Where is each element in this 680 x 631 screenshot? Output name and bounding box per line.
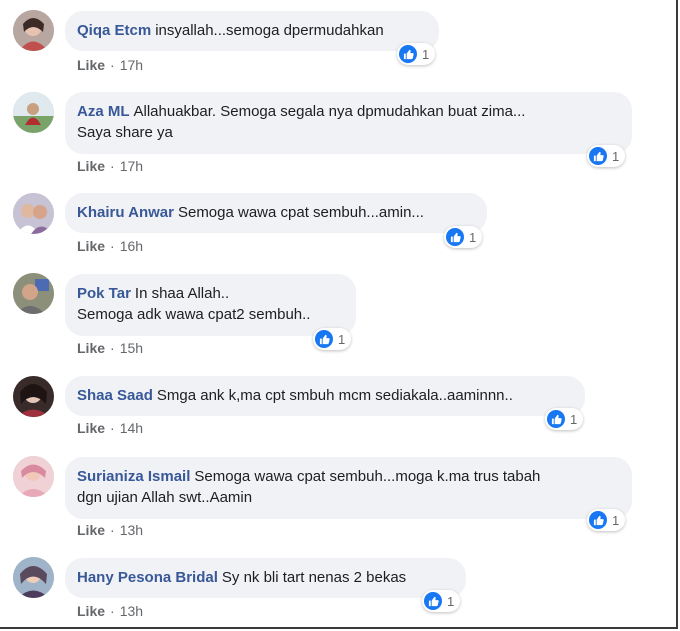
like-link[interactable]: Like xyxy=(77,603,105,619)
comment-timestamp[interactable]: 15h xyxy=(120,340,143,356)
reaction-count: 1 xyxy=(612,512,620,528)
comment-author[interactable]: Hany Pesona Bridal xyxy=(77,569,218,586)
separator-dot: · xyxy=(110,158,115,174)
comment-timestamp[interactable]: 17h xyxy=(120,57,143,73)
comment-bubble: Surianiza Ismail Semoga wawa cpat sembuh.… xyxy=(65,457,632,519)
like-link[interactable]: Like xyxy=(77,420,105,436)
comment-bubble: Aza ML Allahuakbar. Semoga segala nya dpm… xyxy=(65,92,632,154)
like-link[interactable]: Like xyxy=(77,522,105,538)
comment-text: Semoga wawa cpat sembuh...moga k.ma trus… xyxy=(194,468,541,485)
comment-text: In shaa Allah.. xyxy=(134,285,230,302)
comment-actions: Like · 13h xyxy=(77,603,143,619)
comment-text-line2: dgn ujian Allah swt..Aamin xyxy=(77,489,253,506)
like-link[interactable]: Like xyxy=(77,340,105,356)
like-reaction-icon xyxy=(446,228,464,246)
like-reaction-icon xyxy=(547,410,565,428)
reaction-count: 1 xyxy=(612,148,620,164)
comment-author[interactable]: Pok Tar xyxy=(77,285,131,302)
comment-actions: Like · 17h xyxy=(77,158,143,174)
reaction-count-badge[interactable]: 1 xyxy=(587,145,626,167)
comment-bubble: Shaa Saad Smga ank k,ma cpt smbuh mcm sed… xyxy=(65,376,585,416)
comment-text: insyallah...semoga dpermudahkan xyxy=(155,22,384,39)
comment-timestamp[interactable]: 14h xyxy=(120,420,143,436)
like-link[interactable]: Like xyxy=(77,57,105,73)
comment-timestamp[interactable]: 17h xyxy=(120,158,143,174)
comment-author[interactable]: Surianiza Ismail xyxy=(77,468,190,485)
comment-text: Allahuakbar. Semoga segala nya dpmudahka… xyxy=(133,103,526,120)
avatar[interactable] xyxy=(13,10,54,51)
comment-actions: Like · 15h xyxy=(77,340,143,356)
reaction-count-badge[interactable]: 1 xyxy=(422,590,461,612)
comment-text: Semoga wawa cpat sembuh...amin... xyxy=(177,204,424,221)
reaction-count-badge[interactable]: 1 xyxy=(545,408,584,430)
comment-timestamp[interactable]: 13h xyxy=(120,522,143,538)
comment-text-line2: Saya share ya xyxy=(77,124,173,141)
comment-bubble: Qiqa Etcm insyallah...semoga dpermudahkan xyxy=(65,11,439,51)
comment-bubble: Pok Tar In shaa Allah.. Semoga adk wawa c… xyxy=(65,274,356,336)
avatar[interactable] xyxy=(13,557,54,598)
reaction-count: 1 xyxy=(570,411,578,427)
comment-actions: Like · 13h xyxy=(77,522,143,538)
reaction-count-badge[interactable]: 1 xyxy=(313,328,352,350)
comment-author[interactable]: Qiqa Etcm xyxy=(77,22,151,39)
avatar[interactable] xyxy=(13,376,54,417)
separator-dot: · xyxy=(110,522,115,538)
reaction-count-badge[interactable]: 1 xyxy=(444,226,483,248)
avatar[interactable] xyxy=(13,456,54,497)
reaction-count-badge[interactable]: 1 xyxy=(397,43,436,65)
reaction-count: 1 xyxy=(469,229,477,245)
separator-dot: · xyxy=(110,603,115,619)
reaction-count: 1 xyxy=(338,331,346,347)
reaction-count: 1 xyxy=(422,46,430,62)
comment-timestamp[interactable]: 13h xyxy=(120,603,143,619)
separator-dot: · xyxy=(110,57,115,73)
comment-author[interactable]: Shaa Saad xyxy=(77,387,153,404)
reaction-count-badge[interactable]: 1 xyxy=(587,509,626,531)
avatar[interactable] xyxy=(13,273,54,314)
comments-panel: Qiqa Etcm insyallah...semoga dpermudahkan… xyxy=(0,0,678,629)
comment-actions: Like · 17h xyxy=(77,57,143,73)
comment-bubble: Hany Pesona Bridal Sy nk bli tart nenas 2… xyxy=(65,558,466,598)
comment-text: Smga ank k,ma cpt smbuh mcm sediakala..a… xyxy=(156,387,513,404)
comment-author[interactable]: Khairu Anwar xyxy=(77,204,174,221)
separator-dot: · xyxy=(110,238,115,254)
separator-dot: · xyxy=(110,340,115,356)
avatar[interactable] xyxy=(13,92,54,133)
reaction-count: 1 xyxy=(447,593,455,609)
comment-actions: Like · 14h xyxy=(77,420,143,436)
like-reaction-icon xyxy=(315,330,333,348)
comment-actions: Like · 16h xyxy=(77,238,143,254)
avatar[interactable] xyxy=(13,193,54,234)
comment-author[interactable]: Aza ML xyxy=(77,103,130,120)
comment-text-line2: Semoga adk wawa cpat2 sembuh.. xyxy=(77,306,311,323)
like-reaction-icon xyxy=(424,592,442,610)
separator-dot: · xyxy=(110,420,115,436)
like-reaction-icon xyxy=(589,511,607,529)
like-link[interactable]: Like xyxy=(77,158,105,174)
comment-timestamp[interactable]: 16h xyxy=(120,238,143,254)
comment-bubble: Khairu Anwar Semoga wawa cpat sembuh...am… xyxy=(65,193,487,233)
like-reaction-icon xyxy=(399,45,417,63)
like-reaction-icon xyxy=(589,147,607,165)
comment-text: Sy nk bli tart nenas 2 bekas xyxy=(221,569,407,586)
like-link[interactable]: Like xyxy=(77,238,105,254)
